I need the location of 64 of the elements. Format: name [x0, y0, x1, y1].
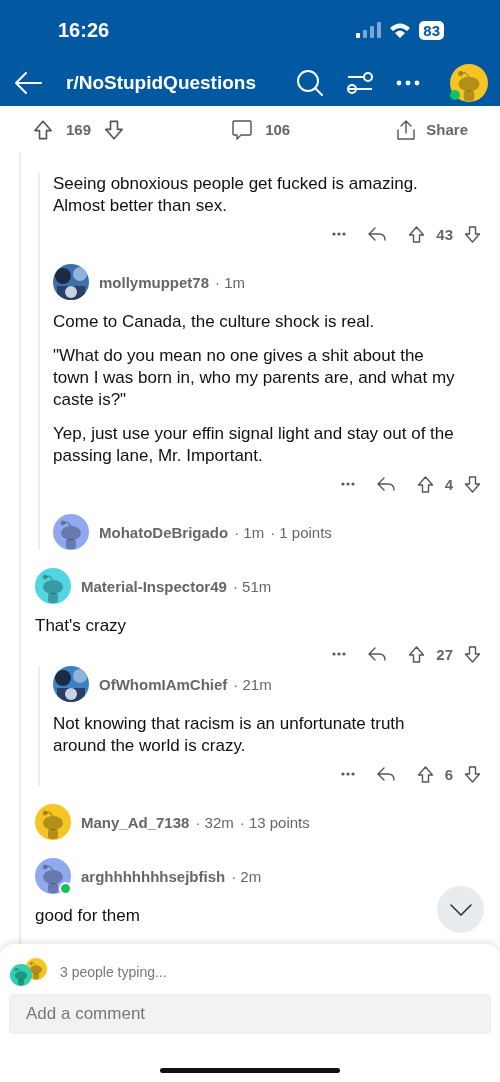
- downvote-icon[interactable]: [463, 224, 482, 244]
- comment-count: 106: [265, 121, 291, 138]
- more-icon[interactable]: [339, 481, 356, 487]
- reply-icon[interactable]: [375, 476, 396, 492]
- comment-icon[interactable]: [231, 118, 254, 141]
- filter-icon[interactable]: [346, 71, 374, 95]
- battery-level: 83: [423, 21, 440, 39]
- comment-field[interactable]: Add a comment: [9, 994, 491, 1034]
- chevron-down-icon: [449, 903, 472, 916]
- more-icon[interactable]: [396, 80, 420, 86]
- upvote-icon[interactable]: [407, 644, 427, 664]
- clock: 16:26: [58, 18, 110, 42]
- vote-count: 6: [444, 765, 453, 783]
- comment-text: Yep, just use your effin signal light and stay out of the passing lane, Mr. Important.: [53, 423, 455, 467]
- comment-points: · 1 points: [270, 523, 332, 541]
- more-icon[interactable]: [331, 651, 348, 657]
- reply-icon[interactable]: [367, 226, 388, 242]
- typing-indicator: 3 people typing...: [60, 964, 167, 980]
- vote-count: 27: [436, 645, 453, 663]
- more-icon[interactable]: [339, 771, 356, 777]
- downvote-icon[interactable]: [103, 118, 126, 141]
- comment-time: · 51m: [232, 577, 272, 595]
- downvote-icon[interactable]: [463, 764, 482, 784]
- wifi-icon: [389, 22, 412, 38]
- upvote-icon[interactable]: [32, 118, 54, 141]
- downvote-icon[interactable]: [463, 644, 482, 664]
- share-icon: [396, 118, 417, 141]
- online-dot: [450, 90, 460, 100]
- vote-count: 4: [444, 475, 453, 493]
- comment-text: Seeing obnoxious people get fucked is amazing. Almost better than sex.: [53, 173, 419, 217]
- comment-text: Come to Canada, the culture shock is real.: [53, 311, 375, 333]
- comment-text: Not knowing that racism is an unfortunate truth around the world is crazy.: [53, 713, 406, 757]
- comment-text: "What do you mean no one gives a shit about the town I was born in, who my parents are, and what my caste is?": [53, 345, 456, 411]
- upvote-icon[interactable]: [407, 224, 427, 244]
- comment-text: That's crazy: [35, 615, 127, 637]
- vote-count: 169: [66, 121, 92, 138]
- more-icon[interactable]: [331, 231, 348, 237]
- comment-points: · 13 points: [239, 813, 310, 831]
- comment-time: · 1m: [234, 523, 265, 541]
- comment-time: · 32m: [195, 813, 234, 831]
- username[interactable]: OfWhomIAmChief: [99, 675, 228, 693]
- avatar[interactable]: [53, 264, 89, 300]
- vote-count: 43: [436, 225, 453, 243]
- username[interactable]: Material-Inspector49: [81, 577, 227, 595]
- username[interactable]: arghhhhhhhsejbfish: [81, 867, 226, 885]
- comment-text: good for them: [35, 905, 140, 927]
- comment-time: · 1m: [215, 273, 246, 291]
- username[interactable]: MohatoDeBrigado: [99, 523, 229, 541]
- username[interactable]: mollymuppet78: [99, 273, 210, 291]
- signal-icon: [355, 22, 382, 38]
- reply-icon[interactable]: [375, 766, 396, 782]
- comment-time: · 21m: [233, 675, 272, 693]
- upvote-icon[interactable]: [415, 764, 435, 784]
- downvote-icon[interactable]: [463, 474, 482, 494]
- reply-icon[interactable]: [367, 646, 388, 662]
- username[interactable]: Many_Ad_7138: [81, 813, 190, 831]
- search-icon[interactable]: [296, 69, 324, 97]
- upvote-icon[interactable]: [415, 474, 435, 494]
- subreddit-title[interactable]: r/NoStupidQuestions: [66, 72, 296, 94]
- back-icon[interactable]: [14, 71, 42, 95]
- comment-time: · 2m: [231, 867, 262, 885]
- share-button[interactable]: Share: [396, 118, 468, 141]
- avatar[interactable]: [53, 666, 89, 702]
- scroll-down-button[interactable]: [437, 886, 484, 933]
